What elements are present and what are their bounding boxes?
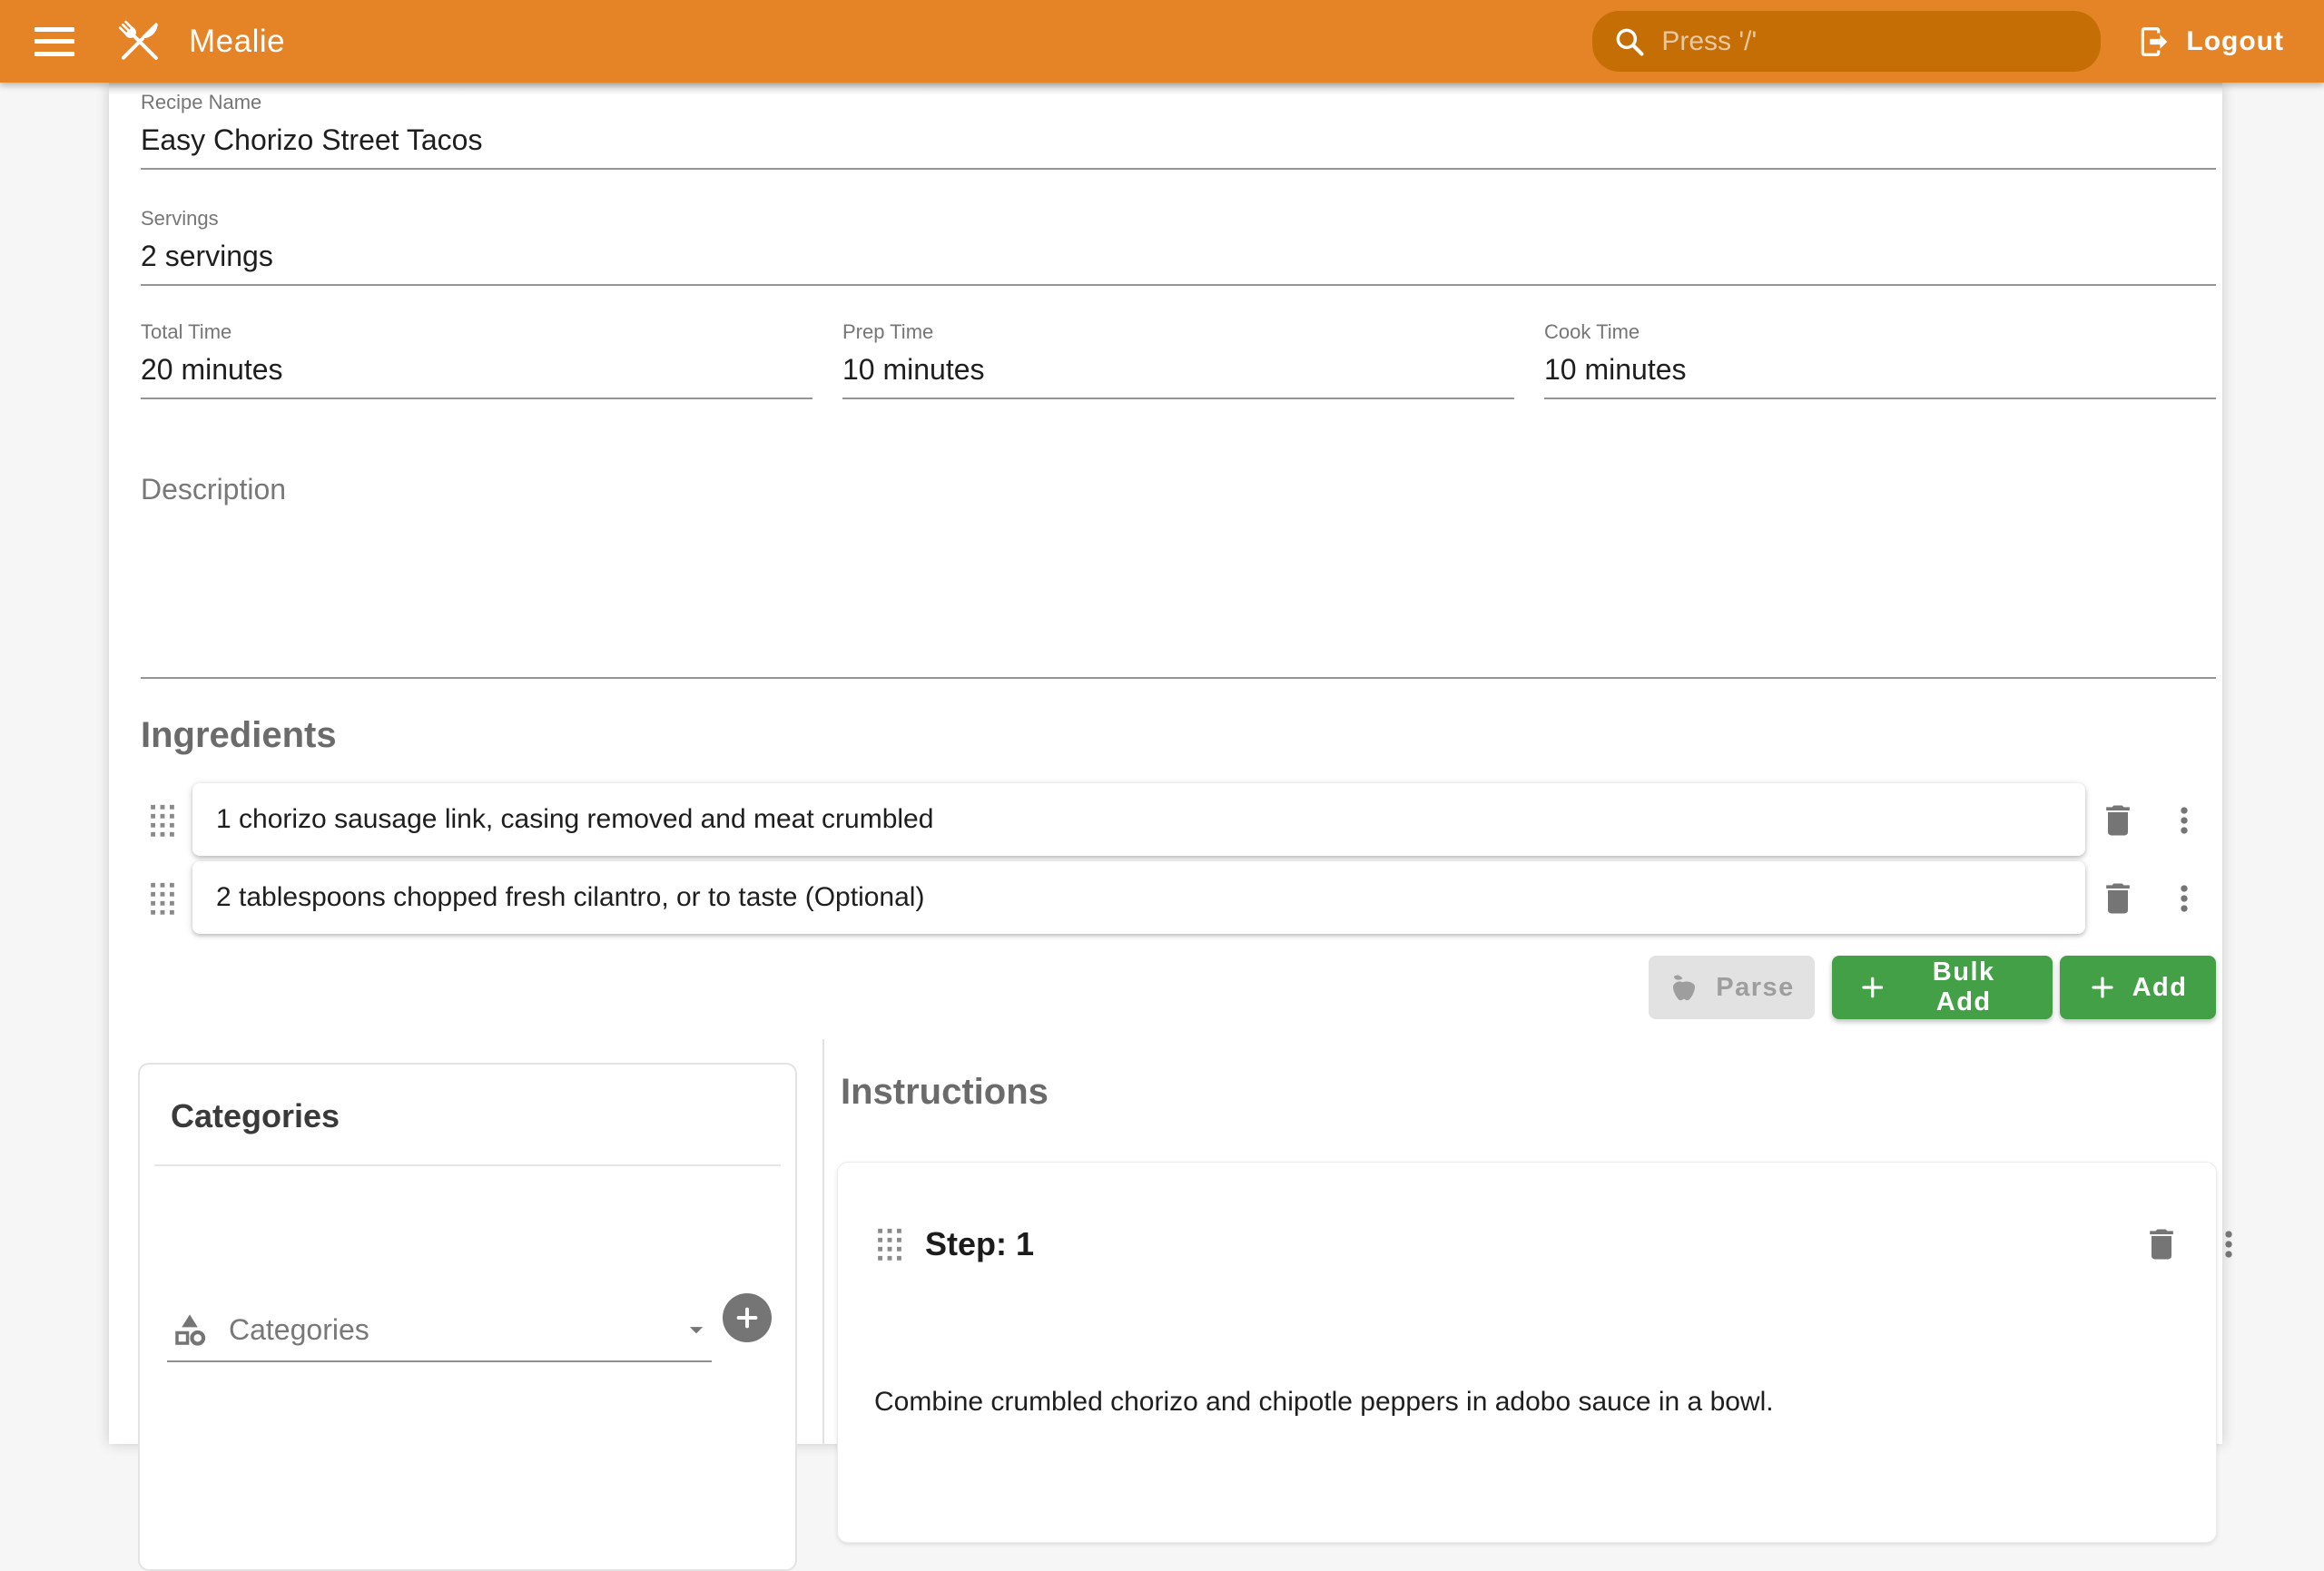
cook-time-label: Cook Time — [1544, 320, 2216, 344]
cook-time-field: Cook Time — [1544, 320, 2216, 399]
column-divider — [822, 1039, 824, 1444]
categories-select[interactable]: Categories — [167, 1299, 712, 1362]
ingredient-card — [192, 783, 2085, 856]
bulk-add-label: Bulk Add — [1902, 957, 2025, 1017]
plus-icon — [733, 1303, 762, 1332]
trash-icon — [2098, 800, 2138, 840]
prep-time-field: Prep Time — [842, 320, 1514, 399]
recipe-name-label: Recipe Name — [141, 91, 2216, 114]
instructions-heading: Instructions — [841, 1072, 1049, 1113]
ingredient-card — [192, 861, 2085, 934]
instruction-step-card: Step: 1 Combine crumbled chorizo and chi… — [837, 1162, 2217, 1543]
search-bar[interactable] — [1592, 11, 2101, 72]
drag-handle-icon[interactable] — [874, 1226, 905, 1262]
prep-time-input[interactable] — [842, 344, 1514, 398]
divider — [154, 1164, 781, 1166]
add-label: Add — [2132, 973, 2188, 1003]
total-time-field: Total Time — [141, 320, 812, 399]
plus-icon — [1859, 974, 1886, 1001]
recipe-name-input[interactable] — [141, 114, 2216, 168]
trash-icon — [2098, 879, 2138, 918]
ingredients-heading: Ingredients — [141, 715, 337, 756]
drag-handle-icon[interactable] — [147, 880, 178, 917]
ingredient-row — [109, 783, 2222, 858]
trash-icon — [2142, 1224, 2181, 1264]
kebab-icon — [2164, 879, 2204, 918]
shapes-icon — [171, 1311, 209, 1349]
cook-time-input[interactable] — [1544, 344, 2216, 398]
servings-field: Servings — [141, 207, 2216, 286]
ingredient-actions: Parse Bulk Add Add — [1649, 956, 2216, 1019]
prep-time-label: Prep Time — [842, 320, 1514, 344]
mealie-logo-icon — [111, 13, 169, 71]
search-icon — [1612, 25, 1647, 59]
recipe-editor-card: Recipe Name Servings Total Time Prep Tim… — [109, 83, 2222, 1444]
drag-handle-icon[interactable] — [147, 802, 178, 839]
add-category-button[interactable] — [723, 1293, 772, 1342]
ingredient-menu-button[interactable] — [2159, 873, 2210, 924]
ingredient-row — [109, 861, 2222, 936]
step-header: Step: 1 — [838, 1219, 2216, 1270]
categories-select-label: Categories — [229, 1313, 681, 1347]
delete-ingredient-button[interactable] — [2093, 795, 2143, 846]
step-menu-button[interactable] — [2203, 1219, 2254, 1270]
logout-button[interactable]: Logout — [2124, 15, 2297, 68]
delete-step-button[interactable] — [2136, 1219, 2187, 1270]
delete-ingredient-button[interactable] — [2093, 873, 2143, 924]
total-time-label: Total Time — [141, 320, 812, 344]
ingredient-input[interactable] — [216, 804, 2062, 835]
times-row: Total Time Prep Time Cook Time — [141, 320, 2216, 399]
servings-input[interactable] — [141, 231, 2216, 284]
description-field: Description — [141, 473, 2216, 679]
categories-heading: Categories — [171, 1097, 795, 1135]
step-title: Step: 1 — [925, 1225, 1034, 1263]
apple-icon — [1669, 972, 1699, 1003]
step-text[interactable]: Combine crumbled chorizo and chipotle pe… — [874, 1382, 2180, 1422]
chevron-down-icon — [681, 1314, 712, 1345]
menu-icon[interactable] — [34, 27, 74, 56]
search-input[interactable] — [1661, 26, 2081, 57]
parse-label: Parse — [1716, 973, 1795, 1003]
add-ingredient-button[interactable]: Add — [2060, 956, 2216, 1019]
app-bar: Mealie Logout — [0, 0, 2324, 83]
logout-icon — [2137, 25, 2171, 59]
description-input[interactable] — [141, 518, 2216, 677]
bulk-add-button[interactable]: Bulk Add — [1832, 956, 2053, 1019]
description-label: Description — [141, 473, 2216, 506]
servings-label: Servings — [141, 207, 2216, 231]
total-time-input[interactable] — [141, 344, 812, 398]
kebab-icon — [2209, 1224, 2249, 1264]
ingredient-input[interactable] — [216, 882, 2062, 913]
categories-card: Categories Categories — [138, 1063, 797, 1571]
ingredient-menu-button[interactable] — [2159, 795, 2210, 846]
logout-label: Logout — [2186, 26, 2284, 57]
recipe-name-field: Recipe Name — [141, 91, 2216, 170]
app-title: Mealie — [189, 24, 285, 60]
plus-icon — [2089, 974, 2116, 1001]
parse-button[interactable]: Parse — [1649, 956, 1815, 1019]
kebab-icon — [2164, 800, 2204, 840]
